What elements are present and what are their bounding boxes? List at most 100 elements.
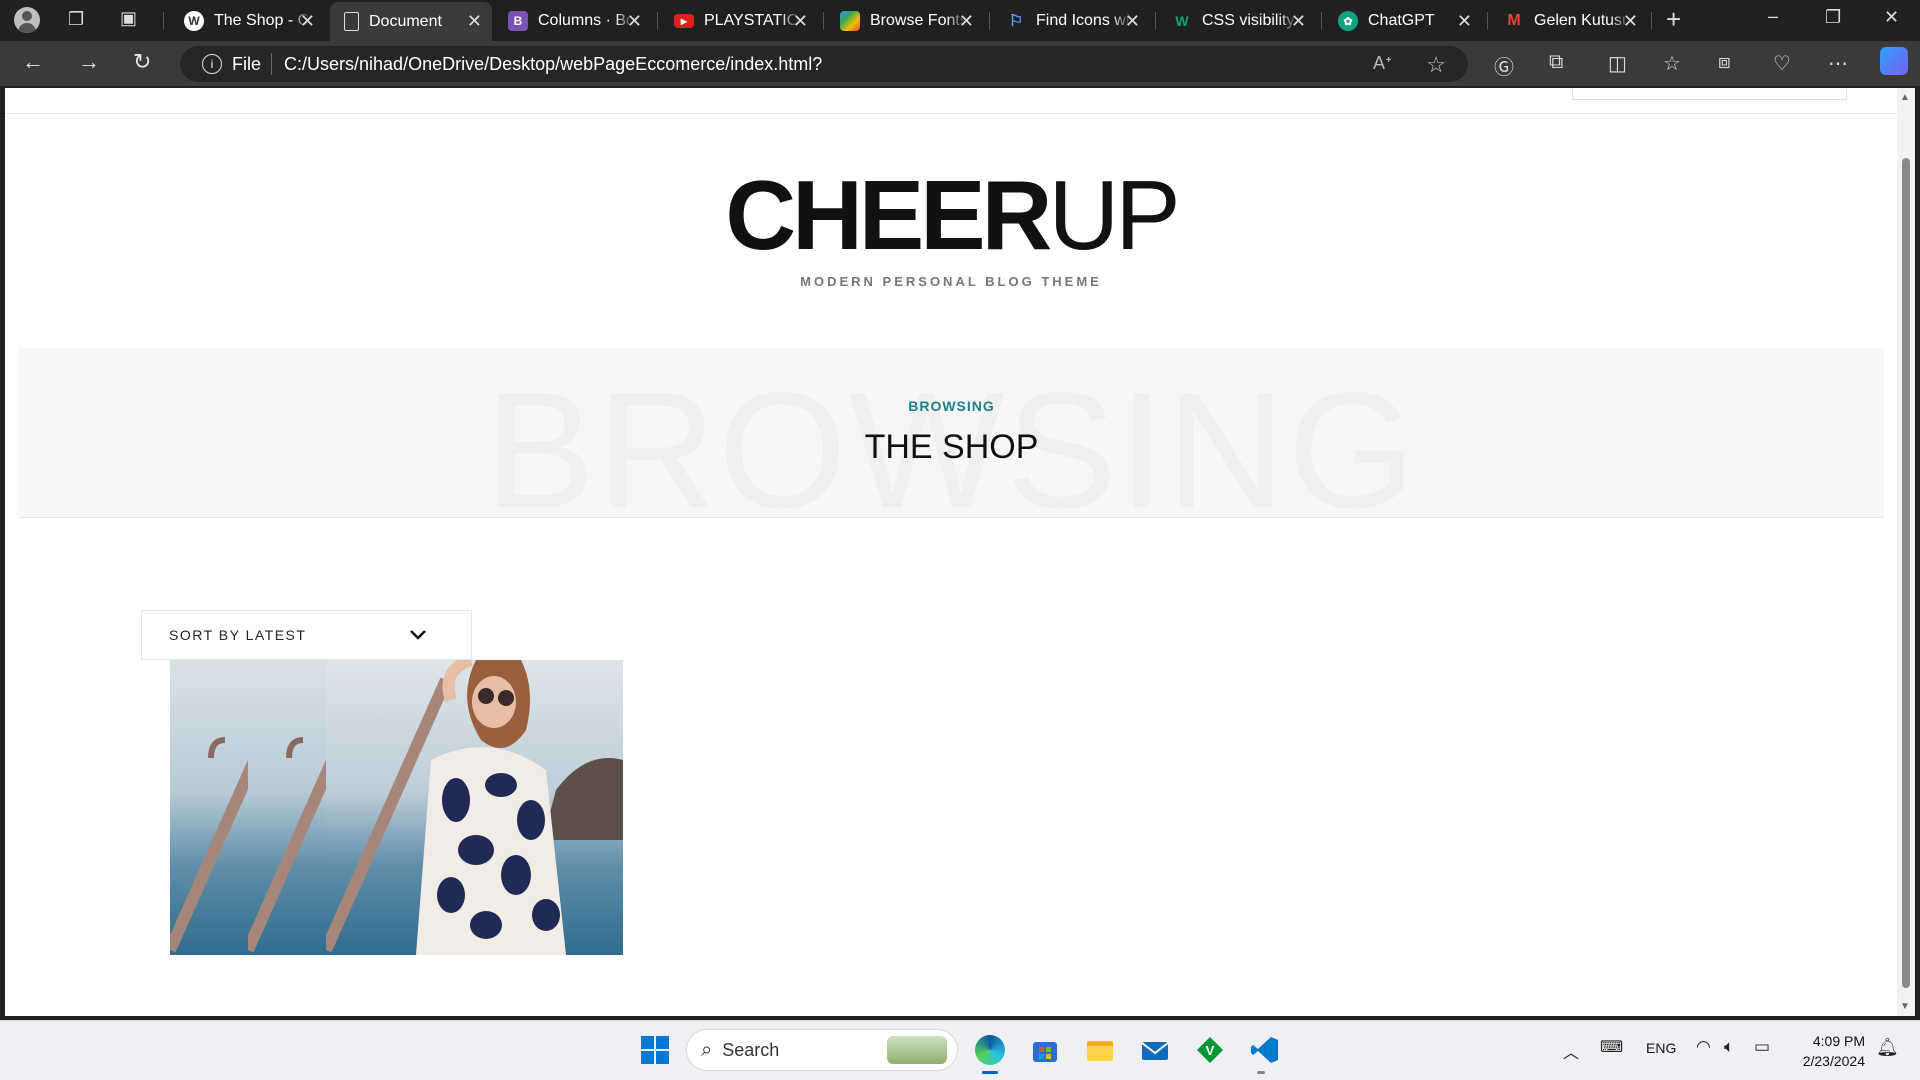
url-text[interactable]: C:/Users/nihad/OneDrive/Desktop/webPageE… [284, 54, 822, 75]
running-app-indicator [1257, 1071, 1265, 1074]
tab-chatgpt[interactable]: ✿ ChatGPT ✕ [1324, 5, 1482, 37]
address-bar[interactable]: i File C:/Users/nihad/OneDrive/Desktop/w… [180, 46, 1468, 82]
tab-title: Columns · Bootstrap [538, 12, 634, 29]
close-tab-icon[interactable]: ✕ [627, 11, 642, 32]
wifi-icon[interactable]: ◠ [1696, 1037, 1711, 1057]
forward-icon[interactable]: → [78, 49, 100, 75]
sort-dropdown[interactable]: SORT BY LATEST [141, 610, 472, 660]
search-icon: ⌕ [701, 1038, 713, 1061]
tab-separator [657, 12, 658, 30]
scroll-up-arrow-icon[interactable]: ▲ [1900, 92, 1910, 103]
address-divider [271, 53, 273, 75]
product-image[interactable] [326, 660, 623, 955]
close-tab-icon[interactable]: ✕ [959, 11, 974, 32]
show-hidden-icons-chevron-icon[interactable]: ︿ [1563, 1039, 1579, 1063]
chevron-down-icon [409, 625, 427, 646]
minimize-icon[interactable]: – [1768, 6, 1778, 27]
back-icon[interactable]: ← [22, 49, 44, 75]
banner-label: BROWSING [908, 398, 995, 414]
svg-text:V: V [1206, 1043, 1215, 1058]
notification-bell-icon[interactable]: 🔔︎ [1876, 1037, 1899, 1058]
close-tab-icon[interactable]: ✕ [1457, 11, 1472, 32]
close-tab-icon[interactable]: ✕ [467, 11, 482, 32]
search-placeholder: Search [722, 1039, 780, 1060]
top-search-box[interactable] [1572, 88, 1847, 100]
extensions-icon[interactable]: ⧉ [1549, 51, 1563, 74]
scrollbar-thumb[interactable] [1902, 158, 1910, 988]
read-aloud-icon[interactable]: Aᐩ [1373, 53, 1392, 74]
keyboard-icon[interactable]: ⌨ [1600, 1037, 1623, 1057]
browser-tab-strip: ❐ ▣ W The Shop - CheerUp ✕ Document ✕ B … [0, 0, 1920, 41]
tab-title: ChatGPT [1368, 12, 1435, 29]
document-icon [344, 12, 359, 31]
collections-icon[interactable]: ⧈ [1718, 51, 1731, 74]
favorite-star-icon[interactable]: ☆ [1426, 52, 1446, 78]
logo-wordmark: CHEERUP [5, 166, 1897, 264]
microsoft-store-icon[interactable] [1030, 1035, 1060, 1065]
wordpress-icon: W [184, 11, 204, 31]
site-logo[interactable]: CHEERUP MODERN PERSONAL BLOG THEME [5, 166, 1897, 289]
browser-essentials-icon[interactable]: ♡ [1773, 51, 1791, 76]
tab-separator [1155, 12, 1156, 30]
sort-label: SORT BY LATEST [169, 627, 307, 643]
browser-toolbar: ← → ↻ i File C:/Users/nihad/OneDrive/Des… [0, 41, 1920, 86]
edge-browser-icon[interactable] [975, 1035, 1005, 1065]
battery-icon[interactable]: ▭ [1754, 1037, 1770, 1057]
vim-icon[interactable]: V [1195, 1035, 1225, 1065]
language-indicator[interactable]: ENG [1646, 1040, 1676, 1056]
system-clock[interactable]: 4:09 PM 2/23/2024 [1803, 1031, 1865, 1071]
close-tab-icon[interactable]: ✕ [1291, 11, 1306, 32]
tab-bootstrap[interactable]: B Columns · Bootstrap ✕ [494, 5, 652, 37]
tab-separator [989, 12, 990, 30]
page-title: THE SHOP [864, 428, 1039, 466]
split-screen-icon[interactable]: ◫ [1608, 51, 1627, 76]
tab-playstation[interactable]: ▶ PLAYSTATION ✕ [660, 5, 818, 37]
profile-avatar-icon[interactable] [14, 7, 40, 33]
more-options-icon[interactable]: ⋯ [1828, 51, 1848, 76]
tab-title: Document [369, 12, 442, 30]
product-image[interactable] [170, 660, 248, 955]
restore-icon[interactable]: ❐ [1825, 7, 1841, 28]
tab-title: Gelen Kutusu [1534, 12, 1630, 29]
start-windows-icon[interactable] [640, 1035, 670, 1065]
workspaces-icon[interactable]: ❐ [68, 9, 84, 30]
vertical-tabs-icon[interactable]: ▣ [120, 8, 137, 29]
flag-icon: ⚐ [1008, 13, 1024, 30]
close-tab-icon[interactable]: ✕ [1623, 11, 1638, 32]
taskbar-search[interactable]: ⌕ Search [686, 1029, 958, 1071]
clock-date: 2/23/2024 [1802, 1053, 1865, 1069]
logo-tagline: MODERN PERSONAL BLOG THEME [800, 274, 1102, 289]
tab-the-shop[interactable]: W The Shop - CheerUp ✕ [170, 5, 325, 37]
tab-separator [163, 12, 164, 30]
close-tab-icon[interactable]: ✕ [1125, 11, 1140, 32]
site-info-icon[interactable]: i [202, 54, 222, 74]
tab-browse-fonts[interactable]: Browse Fonts ✕ [826, 5, 984, 37]
tab-css-visibility[interactable]: W CSS visibility ✕ [1158, 5, 1316, 37]
refresh-icon[interactable]: ↻ [133, 49, 151, 75]
mail-icon[interactable] [1140, 1035, 1170, 1065]
tab-title: Find Icons with [1036, 12, 1132, 29]
address-scheme-label: File [232, 53, 262, 74]
file-explorer-icon[interactable] [1085, 1035, 1115, 1065]
tab-document[interactable]: Document ✕ [330, 2, 492, 41]
new-tab-icon[interactable]: + [1666, 4, 1681, 35]
product-image[interactable] [248, 660, 326, 955]
vscode-icon[interactable] [1250, 1035, 1280, 1065]
tab-find-icons[interactable]: ⚐ Find Icons with ✕ [992, 5, 1150, 37]
favorites-icon[interactable]: ☆ [1663, 51, 1681, 76]
page-scrollbar[interactable]: ▲ ▼ [1897, 88, 1915, 1016]
logo-thin-text: UP [1048, 160, 1180, 270]
close-window-icon[interactable]: ✕ [1884, 7, 1899, 28]
close-tab-icon[interactable]: ✕ [300, 11, 315, 32]
volume-icon[interactable]: 🔈︎ [1724, 1037, 1734, 1057]
grammarly-icon[interactable]: Ⓖ [1494, 51, 1514, 80]
scroll-down-arrow-icon[interactable]: ▼ [1900, 1001, 1910, 1012]
close-tab-icon[interactable]: ✕ [793, 11, 808, 32]
youtube-icon: ▶ [674, 14, 694, 28]
tab-title: PLAYSTATION [704, 12, 800, 29]
google-fonts-icon [840, 11, 860, 31]
tab-title: Browse Fonts [870, 12, 966, 29]
tab-gmail[interactable]: M Gelen Kutusu ✕ [1490, 5, 1648, 37]
bootstrap-icon: B [508, 11, 528, 31]
copilot-icon[interactable] [1880, 47, 1908, 75]
